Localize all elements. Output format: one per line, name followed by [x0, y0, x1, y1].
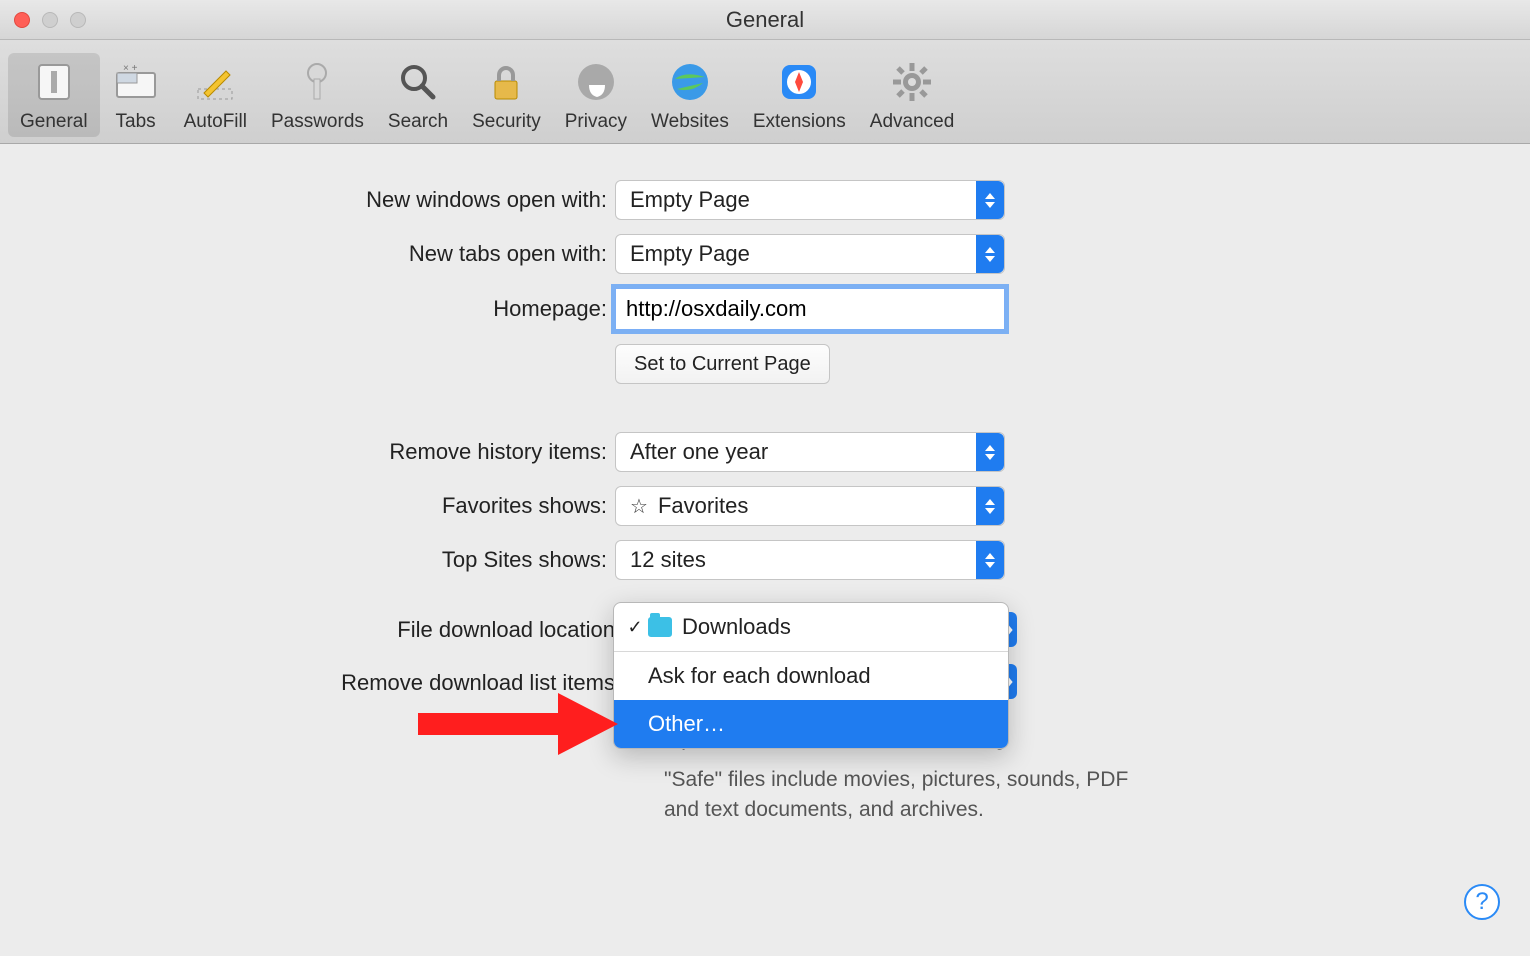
- homepage-input[interactable]: [615, 288, 1005, 330]
- remove-history-select[interactable]: After one year: [615, 432, 1005, 472]
- file-download-location-label: File download location: [0, 617, 615, 643]
- toolbar-label: Websites: [651, 111, 729, 133]
- toolbar-label: Search: [388, 111, 448, 133]
- key-icon: [294, 59, 340, 105]
- toolbar-tabs[interactable]: × + Tabs: [100, 53, 172, 137]
- menu-item-label: Ask for each download: [622, 663, 871, 689]
- menu-item-label: Other…: [622, 711, 725, 737]
- open-safe-files-description: "Safe" files include movies, pictures, s…: [664, 765, 1148, 826]
- close-window-button[interactable]: [14, 12, 30, 28]
- globe-icon: [667, 59, 713, 105]
- new-windows-select[interactable]: Empty Page: [615, 180, 1005, 220]
- select-value: 12 sites: [630, 547, 706, 573]
- stepper-arrows-icon: [976, 541, 1004, 579]
- toolbar-autofill[interactable]: AutoFill: [172, 53, 259, 137]
- toolbar-label: Security: [472, 111, 541, 133]
- select-value: Empty Page: [630, 241, 750, 267]
- menu-item-label: Downloads: [682, 614, 791, 640]
- select-value: After one year: [630, 439, 768, 465]
- window-title: General: [0, 7, 1530, 33]
- toolbar-security[interactable]: Security: [460, 53, 553, 137]
- toolbar-label: Privacy: [565, 111, 627, 133]
- minimize-window-button[interactable]: [42, 12, 58, 28]
- toolbar-general[interactable]: General: [8, 53, 100, 137]
- toolbar-privacy[interactable]: Privacy: [553, 53, 639, 137]
- topsites-select[interactable]: 12 sites: [615, 540, 1005, 580]
- preferences-toolbar: General × + Tabs AutoFill Passwords Sear…: [0, 40, 1530, 144]
- toolbar-label: Passwords: [271, 111, 364, 133]
- toolbar-passwords[interactable]: Passwords: [259, 53, 376, 137]
- favorites-select[interactable]: ☆ Favorites: [615, 486, 1005, 526]
- toolbar-extensions[interactable]: Extensions: [741, 53, 858, 137]
- toolbar-label: Advanced: [870, 111, 955, 133]
- new-tabs-select[interactable]: Empty Page: [615, 234, 1005, 274]
- select-value: Favorites: [658, 493, 748, 519]
- preferences-content: New windows open with: Empty Page New ta…: [0, 144, 1530, 580]
- file-download-location-menu: ✓ Downloads Ask for each download Other…: [613, 602, 1009, 749]
- help-button[interactable]: ?: [1464, 884, 1500, 920]
- star-icon: ☆: [630, 494, 648, 519]
- toolbar-label: Extensions: [753, 111, 846, 133]
- remove-history-label: Remove history items:: [0, 439, 615, 465]
- annotation-arrow: [418, 693, 618, 755]
- general-icon: [31, 59, 77, 105]
- stepper-arrows-icon: [976, 487, 1004, 525]
- toolbar-label: General: [20, 111, 88, 133]
- toolbar-websites[interactable]: Websites: [639, 53, 741, 137]
- favorites-label: Favorites shows:: [0, 493, 615, 519]
- new-tabs-label: New tabs open with:: [0, 241, 615, 267]
- toolbar-search[interactable]: Search: [376, 53, 460, 137]
- stepper-arrows-icon: [976, 181, 1004, 219]
- traffic-lights: [14, 12, 86, 28]
- new-windows-label: New windows open with:: [0, 187, 615, 213]
- topsites-label: Top Sites shows:: [0, 547, 615, 573]
- menu-item-downloads[interactable]: ✓ Downloads: [614, 603, 1008, 651]
- select-value: Empty Page: [630, 187, 750, 213]
- toolbar-label: Tabs: [116, 111, 156, 133]
- menu-item-ask-each[interactable]: Ask for each download: [614, 652, 1008, 700]
- svg-text:× +: × +: [123, 63, 138, 74]
- hand-icon: [573, 59, 619, 105]
- toolbar-label: AutoFill: [184, 111, 247, 133]
- window-titlebar: General: [0, 0, 1530, 40]
- gear-icon: [889, 59, 935, 105]
- autofill-pencil-icon: [192, 59, 238, 105]
- homepage-label: Homepage:: [0, 296, 615, 322]
- tabs-icon: × +: [113, 59, 159, 105]
- zoom-window-button[interactable]: [70, 12, 86, 28]
- search-icon: [395, 59, 441, 105]
- toolbar-advanced[interactable]: Advanced: [858, 53, 967, 137]
- folder-icon: [648, 617, 672, 637]
- stepper-arrows-icon: [976, 235, 1004, 273]
- stepper-arrows-icon: [976, 433, 1004, 471]
- checkmark-icon: ✓: [622, 617, 648, 638]
- compass-icon: [776, 59, 822, 105]
- lock-icon: [483, 59, 529, 105]
- menu-item-other[interactable]: Other…: [614, 700, 1008, 748]
- set-current-page-button[interactable]: Set to Current Page: [615, 344, 830, 384]
